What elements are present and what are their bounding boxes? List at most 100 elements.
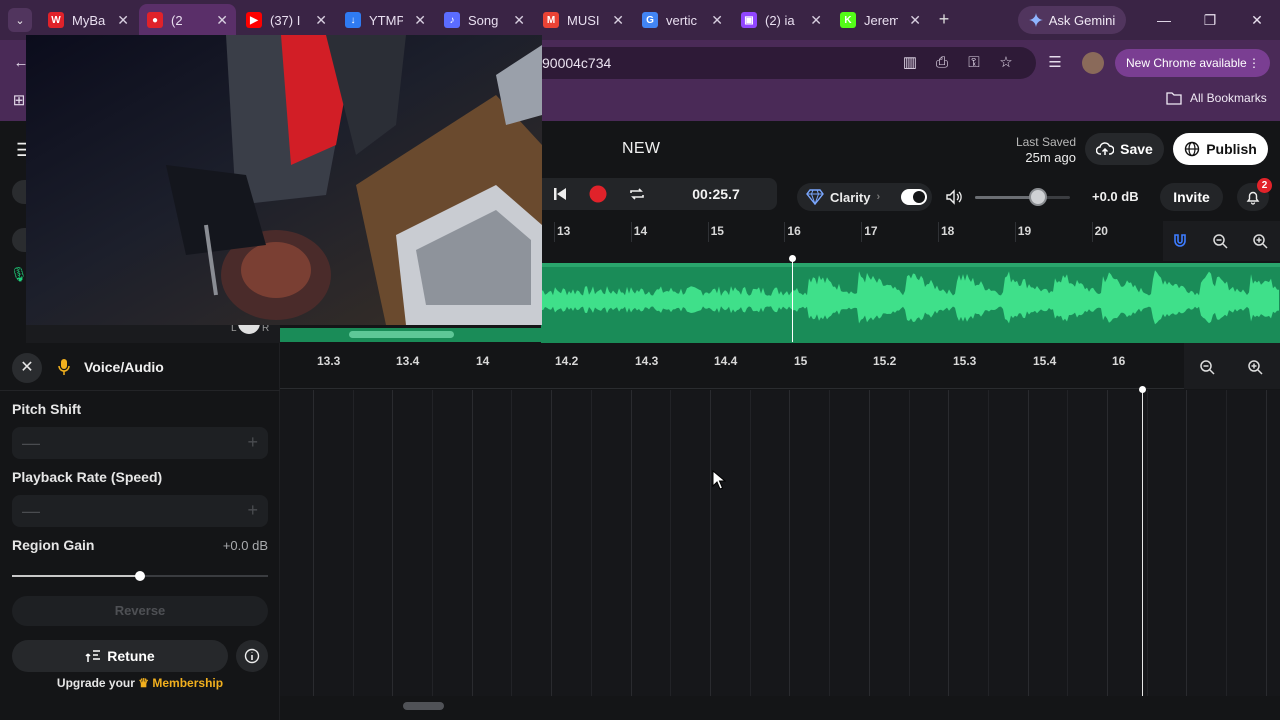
editor-scrollbar[interactable] bbox=[403, 702, 444, 710]
lower-ruler-label: 14.2 bbox=[555, 354, 579, 368]
all-bookmarks-button[interactable]: All Bookmarks bbox=[1166, 91, 1267, 105]
zoom-out-icon[interactable] bbox=[1212, 233, 1228, 249]
increment-icon[interactable]: + bbox=[247, 432, 258, 453]
project-title[interactable]: NEW bbox=[622, 140, 660, 158]
playhead[interactable] bbox=[792, 256, 793, 342]
browser-tab[interactable]: Gvertic ✕ bbox=[634, 4, 731, 36]
new-tab-button[interactable]: + bbox=[933, 8, 955, 30]
picture-in-picture-video[interactable] bbox=[26, 35, 542, 325]
grid-line bbox=[789, 390, 790, 696]
increment-icon[interactable]: + bbox=[247, 500, 258, 521]
grid-line bbox=[948, 390, 949, 696]
skip-back-icon[interactable] bbox=[551, 185, 569, 203]
playhead-handle[interactable] bbox=[789, 255, 796, 262]
lower-ruler-label: 13.3 bbox=[317, 354, 341, 368]
tab-search-button[interactable]: ⌄ bbox=[8, 8, 32, 32]
browser-tab[interactable]: ▣ (2) ia ✕ bbox=[733, 4, 830, 36]
browser-tab[interactable]: K Jerem ✕ bbox=[832, 4, 929, 36]
publish-button[interactable]: Publish bbox=[1173, 133, 1268, 165]
invite-button[interactable]: Invite bbox=[1160, 183, 1223, 211]
close-window-button[interactable]: ✕ bbox=[1245, 8, 1269, 32]
restore-button[interactable]: ❐ bbox=[1198, 8, 1222, 32]
decrement-icon[interactable]: — bbox=[22, 501, 40, 522]
bell-icon bbox=[1246, 191, 1260, 205]
grid-line bbox=[710, 390, 711, 696]
ruler-tick bbox=[554, 222, 555, 242]
browser-tab[interactable]: ▶ (37) I ✕ bbox=[238, 4, 335, 36]
audio-waveform bbox=[541, 270, 1279, 325]
browser-tab[interactable]: W MyBa ✕ bbox=[40, 4, 137, 36]
upgrade-prefix: Upgrade your bbox=[56, 676, 135, 690]
close-tab-icon[interactable]: ✕ bbox=[909, 12, 921, 29]
tab-title: (37) I bbox=[270, 12, 301, 28]
bookmark-star-icon[interactable]: ☆ bbox=[997, 54, 1015, 72]
reader-mode-icon[interactable]: ▥ bbox=[901, 54, 919, 72]
snap-magnet-icon[interactable] bbox=[1172, 233, 1188, 249]
close-tab-icon[interactable]: ✕ bbox=[513, 12, 525, 29]
browser-tab[interactable]: ♪ Song ✕ bbox=[436, 4, 533, 36]
close-tab-icon[interactable]: ✕ bbox=[810, 12, 822, 29]
playback-rate-stepper[interactable]: — + bbox=[12, 495, 268, 527]
browser-tab[interactable]: M MUSI ✕ bbox=[535, 4, 632, 36]
password-key-icon[interactable]: ⚿ bbox=[965, 54, 983, 72]
lower-ruler-label: 14.3 bbox=[635, 354, 659, 368]
media-playlist-icon[interactable]: ☰ bbox=[1046, 54, 1064, 72]
upper-scrollbar[interactable] bbox=[349, 331, 454, 338]
lower-timeline-ruler[interactable] bbox=[280, 343, 1280, 389]
region-gain-thumb[interactable] bbox=[135, 571, 145, 581]
editor-playhead[interactable] bbox=[1142, 389, 1143, 701]
ruler-tick bbox=[861, 222, 863, 242]
region-gain-label: Region Gain bbox=[12, 537, 95, 553]
info-button[interactable] bbox=[236, 640, 268, 672]
close-tab-icon[interactable]: ✕ bbox=[216, 12, 228, 29]
retune-button[interactable]: Retune bbox=[12, 640, 228, 672]
grid-line bbox=[1067, 390, 1068, 696]
decrement-icon[interactable]: — bbox=[22, 433, 40, 454]
close-tab-icon[interactable]: ✕ bbox=[414, 12, 426, 29]
ruler-tick bbox=[938, 222, 939, 242]
master-db-value: +0.0 dB bbox=[1092, 189, 1139, 204]
close-panel-button[interactable]: ✕ bbox=[12, 353, 42, 383]
lower-ruler-label: 15.3 bbox=[953, 354, 977, 368]
youtube-icon: ▶ bbox=[246, 12, 262, 28]
tab-title: MUSI bbox=[567, 12, 600, 28]
upgrade-membership-link[interactable]: Upgrade your ♛ Membership bbox=[0, 676, 280, 690]
tab-title: MyBa bbox=[72, 12, 106, 28]
ruler-label: 16 bbox=[787, 224, 801, 238]
last-saved-status: Last Saved 25m ago bbox=[1000, 134, 1076, 166]
record-button[interactable] bbox=[589, 185, 607, 203]
save-button[interactable]: Save bbox=[1085, 133, 1164, 165]
close-tab-icon[interactable]: ✕ bbox=[315, 12, 327, 29]
close-tab-icon[interactable]: ✕ bbox=[612, 12, 624, 29]
grid-line bbox=[1147, 390, 1148, 696]
master-volume-thumb[interactable] bbox=[1029, 188, 1047, 206]
cloud-upload-icon bbox=[1096, 142, 1115, 155]
ask-gemini-button[interactable]: Ask Gemini bbox=[1018, 6, 1126, 34]
diamond-icon bbox=[806, 189, 824, 205]
pitch-shift-stepper[interactable]: — + bbox=[12, 427, 268, 459]
browser-tab[interactable]: ● (2 ✕ bbox=[139, 4, 236, 36]
zoom-in-icon[interactable] bbox=[1247, 359, 1263, 375]
zoom-out-icon[interactable] bbox=[1199, 359, 1215, 375]
reverse-button[interactable]: Reverse bbox=[12, 596, 268, 626]
waveform-shape bbox=[541, 270, 1279, 325]
zoom-in-icon[interactable] bbox=[1252, 233, 1268, 249]
url-text: 90004c734 bbox=[542, 55, 612, 71]
editor-playhead-top-handle[interactable] bbox=[1139, 386, 1146, 393]
region-gain-value: +0.0 dB bbox=[222, 538, 268, 553]
loop-icon[interactable] bbox=[628, 185, 646, 203]
minimize-button[interactable]: — bbox=[1152, 8, 1176, 32]
pitch-shift-label: Pitch Shift bbox=[12, 401, 82, 417]
browser-tab[interactable]: ↓ YTMP ✕ bbox=[337, 4, 434, 36]
new-chrome-available-button[interactable]: New Chrome available ⋮ bbox=[1115, 49, 1270, 77]
clarity-toggle[interactable] bbox=[901, 189, 927, 205]
google-icon: G bbox=[642, 12, 658, 28]
close-tab-icon[interactable]: ✕ bbox=[711, 12, 723, 29]
pitch-editor-grid[interactable] bbox=[280, 390, 1280, 696]
grid-line bbox=[591, 390, 592, 696]
close-tab-icon[interactable]: ✕ bbox=[117, 12, 129, 29]
install-app-icon[interactable]: ⎙ bbox=[933, 54, 951, 72]
volume-icon[interactable] bbox=[945, 188, 963, 206]
profile-avatar[interactable] bbox=[1082, 52, 1104, 74]
grid-line bbox=[511, 390, 512, 696]
